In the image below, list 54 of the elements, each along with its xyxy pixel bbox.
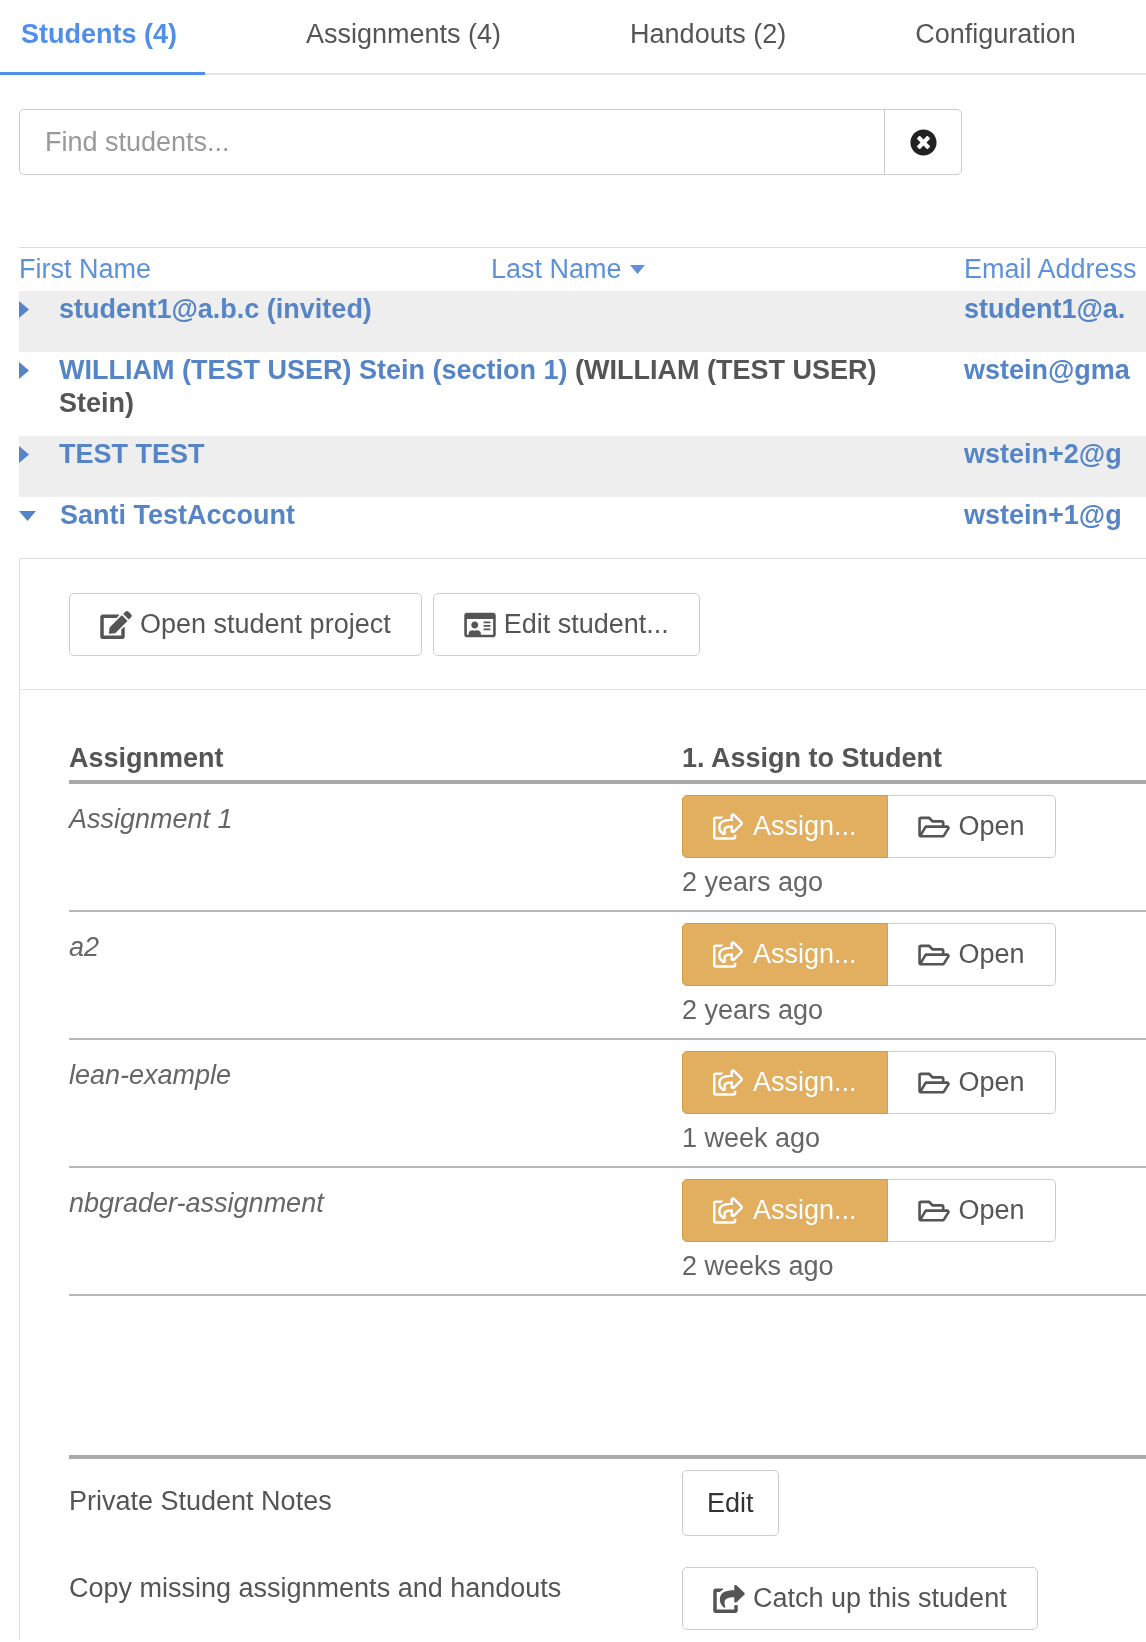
email-link[interactable]: student1@a. xyxy=(964,294,1126,324)
share-icon xyxy=(713,1584,745,1613)
edit-student-button[interactable]: Edit student... xyxy=(432,593,700,656)
edit-button[interactable]: Edit xyxy=(682,1470,779,1536)
tab[interactable]: Assignments (4) xyxy=(285,0,530,75)
assign-button[interactable]: Assign... xyxy=(682,1051,888,1114)
assignment-name: nbgrader-assignment xyxy=(69,1187,326,1220)
column-header: 1. Assign to Student xyxy=(682,742,943,775)
student-name-link[interactable]: student1@a.b.c (invited) xyxy=(59,293,372,326)
search-field[interactable]: Find students... xyxy=(19,109,884,175)
caret-right-icon[interactable] xyxy=(19,446,29,463)
student-name-link[interactable]: TEST TEST xyxy=(59,438,205,471)
open-project-button[interactable]: Open student project xyxy=(69,593,422,656)
assign-button[interactable]: Assign... xyxy=(682,1179,888,1242)
tab[interactable]: Handouts (2) xyxy=(609,0,815,75)
column-header: Assignment xyxy=(69,742,225,775)
column-header[interactable]: Last Name xyxy=(491,254,645,285)
catch-up-button[interactable]: Catch up this student xyxy=(682,1567,1038,1630)
caret-right-icon[interactable] xyxy=(19,301,29,318)
notes-label: Private Student Notes xyxy=(69,1485,333,1518)
assignment-name: a2 xyxy=(69,931,101,964)
clear-button[interactable] xyxy=(884,109,962,175)
edit-icon xyxy=(100,610,132,639)
email-link[interactable]: wstein+1@g xyxy=(964,500,1122,530)
column-header[interactable]: Email Address xyxy=(964,254,1137,285)
timestamp: 1 week ago xyxy=(682,1122,822,1155)
caret-down-icon[interactable] xyxy=(19,511,36,521)
timestamp: 2 weeks ago xyxy=(682,1250,835,1283)
email-link[interactable]: wstein@gma xyxy=(964,355,1130,385)
open-button[interactable]: Open xyxy=(887,923,1056,986)
timestamp: 2 years ago xyxy=(682,866,825,899)
tab[interactable]: Students (4) xyxy=(0,0,205,75)
assign-button[interactable]: Assign... xyxy=(682,923,888,986)
student-name-link[interactable]: Santi TestAccount xyxy=(60,499,296,532)
assign-button[interactable]: Assign... xyxy=(682,795,888,858)
assignment-name: lean-example xyxy=(69,1059,233,1092)
column-header[interactable]: First Name xyxy=(19,254,151,285)
id-card-icon xyxy=(463,610,496,639)
open-button[interactable]: Open xyxy=(887,1179,1056,1242)
open-button[interactable]: Open xyxy=(887,1051,1056,1114)
share-icon xyxy=(713,941,743,968)
open-button[interactable]: Open xyxy=(887,795,1056,858)
email-link[interactable]: wstein+2@g xyxy=(964,439,1122,469)
assignment-name: Assignment 1 xyxy=(69,803,234,836)
share-icon xyxy=(713,1069,743,1096)
student-name-link[interactable]: WILLIAM (TEST USER) Stein (section 1) xyxy=(59,355,568,385)
tab[interactable]: Configuration xyxy=(894,0,1104,75)
caret-right-icon[interactable] xyxy=(19,362,29,379)
student-name: WILLIAM (TEST USER) Stein (section 1) (WILLIAM (TEST USER) Stein) xyxy=(59,354,878,420)
timestamp: 2 years ago xyxy=(682,994,825,1027)
catch-up-label: Copy missing assignments and handouts xyxy=(69,1572,563,1605)
share-icon xyxy=(713,813,743,840)
share-icon xyxy=(713,1197,743,1224)
close-icon xyxy=(909,128,937,156)
